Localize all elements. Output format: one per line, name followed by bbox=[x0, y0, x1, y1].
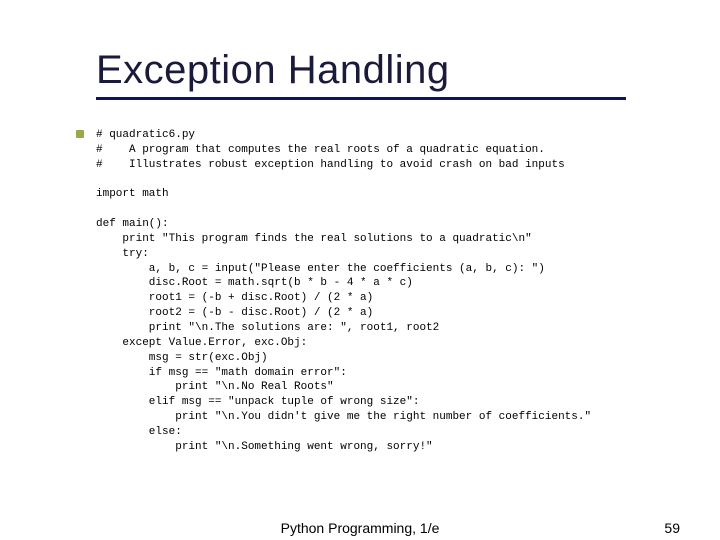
slide: Exception Handling # quadratic6.py # A p… bbox=[0, 0, 720, 540]
title-underline bbox=[96, 97, 626, 100]
slide-title: Exception Handling bbox=[96, 48, 680, 93]
page-number: 59 bbox=[664, 520, 680, 536]
bullet-icon bbox=[76, 130, 84, 138]
footer-source: Python Programming, 1/e bbox=[281, 520, 440, 536]
code-block: # quadratic6.py # A program that compute… bbox=[96, 128, 680, 455]
